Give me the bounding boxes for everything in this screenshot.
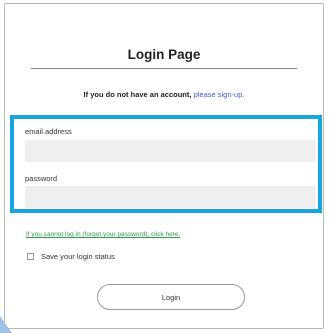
forgot-password-link[interactable]: If you cannot log in (forgot your passwo… — [26, 231, 180, 238]
remember-label: Save your login status — [41, 252, 115, 261]
email-label: email address — [25, 127, 72, 136]
password-label: password — [25, 174, 58, 183]
password-field[interactable] — [25, 186, 316, 208]
signup-prompt: If you do not have an account, please si… — [5, 90, 323, 99]
login-button[interactable]: Login — [97, 284, 245, 310]
signup-link[interactable]: please sign-up. — [194, 90, 245, 99]
page-title: Login Page — [127, 47, 201, 62]
corner-decoration — [0, 316, 12, 333]
email-field[interactable] — [25, 140, 316, 162]
title-divider — [31, 68, 297, 69]
signup-prefix-text: If you do not have an account, — [83, 90, 192, 99]
remember-login-row[interactable]: Save your login status — [27, 252, 115, 261]
remember-checkbox[interactable] — [27, 253, 34, 260]
